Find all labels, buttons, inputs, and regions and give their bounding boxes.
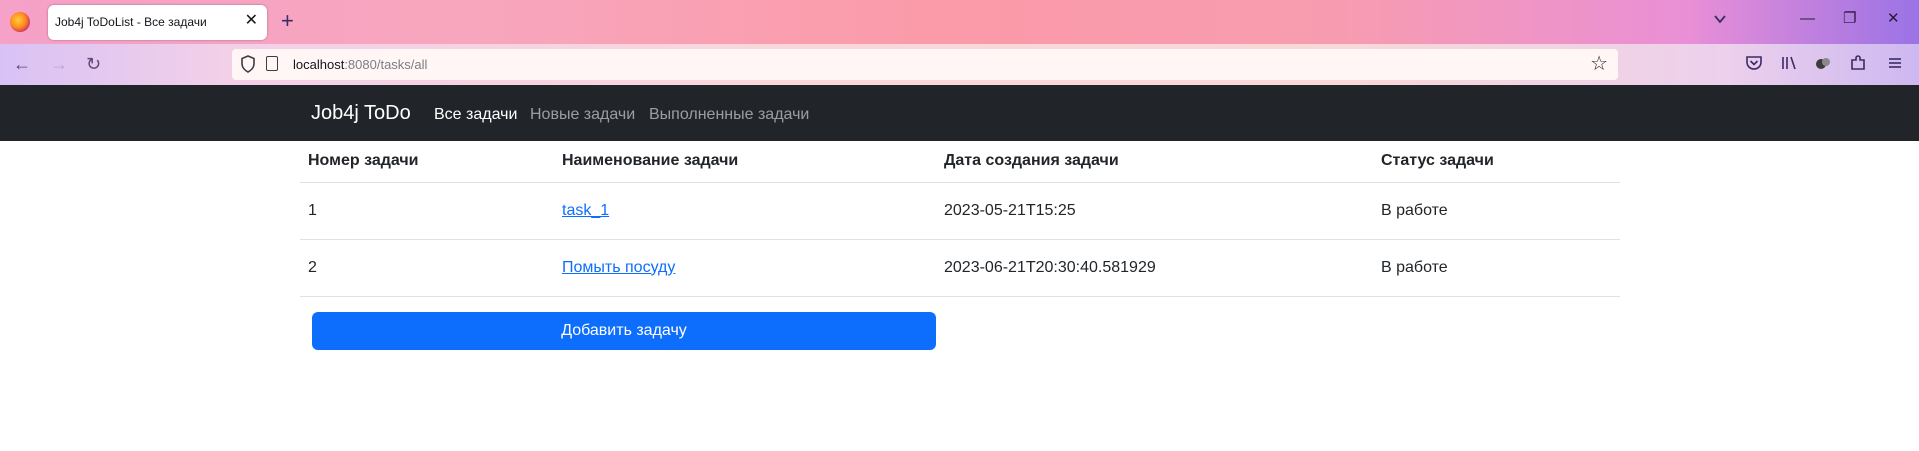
task-number-cell: 2: [300, 239, 554, 297]
header-task-name: Наименование задачи: [554, 141, 936, 183]
nav-done-tasks[interactable]: Выполненные задачи: [649, 106, 809, 124]
task-name-cell: Помыть посуду: [554, 239, 936, 297]
menu-hamburger-icon[interactable]: [1886, 54, 1904, 72]
header-task-created: Дата создания задачи: [936, 141, 1373, 183]
reload-button[interactable]: ↻: [86, 53, 101, 75]
new-tab-button[interactable]: +: [281, 9, 294, 33]
url-host: localhost: [293, 57, 345, 72]
site-brand[interactable]: Job4j ToDo: [311, 102, 411, 125]
extension-icon[interactable]: [1814, 54, 1832, 72]
task-status-cell: В работе: [1373, 182, 1620, 240]
add-task-button[interactable]: Добавить задачу: [312, 312, 936, 350]
tasks-table: Номер задачи Наименование задачи Дата со…: [300, 141, 1620, 297]
pocket-icon[interactable]: [1745, 54, 1763, 72]
restore-window-button[interactable]: ❐: [1843, 10, 1856, 28]
minimize-window-button[interactable]: —: [1800, 10, 1815, 28]
back-button[interactable]: ←: [13, 53, 31, 75]
nav-all-tasks[interactable]: Все задачи: [434, 106, 517, 124]
task-link[interactable]: Помыть посуду: [562, 259, 675, 276]
site-navbar: Job4j ToDo Все задачи Новые задачи Выпол…: [0, 85, 1919, 141]
list-all-tabs-icon[interactable]: [1713, 12, 1727, 26]
url-path: :8080/tasks/all: [344, 57, 428, 72]
tab-title: Job4j ToDoList - Все задачи: [55, 15, 207, 29]
shield-icon[interactable]: [240, 55, 256, 73]
header-task-status: Статус задачи: [1373, 141, 1620, 183]
task-link[interactable]: task_1: [562, 202, 609, 219]
tab-close-icon[interactable]: ✕: [245, 12, 258, 30]
url-bar[interactable]: localhost:8080/tasks/all ☆: [232, 49, 1618, 80]
firefox-logo-icon[interactable]: [10, 12, 30, 32]
table-header-row: Номер задачи Наименование задачи Дата со…: [300, 141, 1620, 183]
library-icon[interactable]: [1780, 54, 1798, 72]
task-created-cell: 2023-05-21T15:25: [936, 182, 1373, 240]
page-info-icon[interactable]: [266, 56, 278, 71]
task-name-cell: task_1: [554, 182, 936, 240]
close-window-button[interactable]: ✕: [1887, 10, 1900, 28]
table-row: 2 Помыть посуду 2023-06-21T20:30:40.5819…: [300, 239, 1620, 297]
nav-new-tasks[interactable]: Новые задачи: [530, 106, 635, 124]
table-row: 1 task_1 2023-05-21T15:25 В работе: [300, 182, 1620, 240]
task-created-cell: 2023-06-21T20:30:40.581929: [936, 239, 1373, 297]
browser-tab-active[interactable]: Job4j ToDoList - Все задачи ✕: [48, 5, 267, 40]
header-task-number: Номер задачи: [300, 141, 554, 183]
task-status-cell: В работе: [1373, 239, 1620, 297]
url-text[interactable]: localhost:8080/tasks/all: [293, 57, 427, 72]
browser-tab-bar: Job4j ToDoList - Все задачи ✕ + — ❐ ✕: [0, 0, 1919, 44]
forward-button[interactable]: →: [50, 53, 68, 75]
bookmark-star-icon[interactable]: ☆: [1590, 52, 1608, 76]
tasks-table-container: Номер задачи Наименование задачи Дата со…: [300, 141, 1620, 297]
extensions-puzzle-icon[interactable]: [1849, 54, 1867, 72]
task-number-cell: 1: [300, 182, 554, 240]
